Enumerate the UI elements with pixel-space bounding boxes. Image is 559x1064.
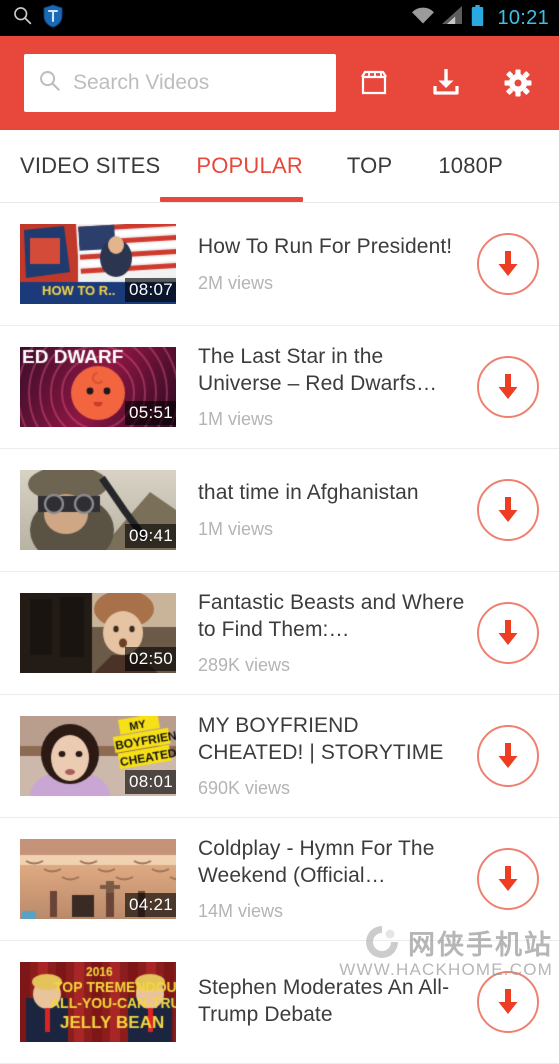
video-meta: How To Run For President! 2M views bbox=[176, 234, 477, 294]
video-thumbnail[interactable]: 05:51 bbox=[20, 347, 176, 427]
video-view-count: 2M views bbox=[198, 272, 274, 293]
signal-icon bbox=[442, 6, 464, 30]
video-thumbnail[interactable]: 08:07 bbox=[20, 224, 176, 304]
download-button[interactable] bbox=[477, 602, 539, 664]
video-meta: that time in Afghanistan 1M views bbox=[176, 480, 477, 540]
status-bar-clock: 10:21 bbox=[497, 6, 549, 29]
tab-top[interactable]: TOP bbox=[303, 130, 392, 202]
video-duration-badge: 05:51 bbox=[124, 401, 176, 425]
download-arrow-icon bbox=[498, 989, 518, 1014]
video-thumbnail[interactable]: 04:21 bbox=[20, 839, 176, 919]
video-meta: Stephen Moderates An All-Trump Debate bbox=[176, 975, 477, 1029]
store-button[interactable] bbox=[359, 68, 389, 98]
video-list-item[interactable]: 09:41 that time in Afghanistan 1M views bbox=[0, 449, 559, 572]
download-arrow-icon bbox=[498, 743, 518, 768]
video-list-item[interactable]: 05:51 The Last Star in the Universe – Red… bbox=[0, 326, 559, 449]
category-tabs: VIDEO SITES POPULAR TOP 1080P bbox=[0, 130, 559, 203]
video-view-count: 1M views bbox=[198, 518, 274, 539]
video-meta: Coldplay - Hymn For The Weekend (Officia… bbox=[176, 836, 477, 923]
search-icon bbox=[12, 5, 33, 31]
download-button[interactable] bbox=[477, 725, 539, 787]
wifi-icon bbox=[411, 6, 435, 30]
download-button[interactable] bbox=[477, 356, 539, 418]
tab-label: POPULAR bbox=[196, 153, 303, 178]
video-meta: Fantastic Beasts and Where to Find Them:… bbox=[176, 590, 477, 677]
tab-popular[interactable]: POPULAR bbox=[160, 130, 303, 202]
video-title: How To Run For President! bbox=[198, 235, 453, 259]
search-input[interactable]: Search Videos bbox=[73, 71, 209, 95]
video-meta: MY BOYFRIEND CHEATED! | STORYTIME 690K vi… bbox=[176, 713, 477, 800]
video-view-count: 289K views bbox=[198, 655, 291, 676]
video-list-item[interactable]: 04:21 Coldplay - Hymn For The Weekend (Of… bbox=[0, 818, 559, 941]
video-title: that time in Afghanistan bbox=[198, 481, 419, 505]
video-duration-badge: 04:21 bbox=[124, 893, 176, 917]
video-view-count: 690K views bbox=[198, 778, 291, 799]
video-duration-badge: 08:01 bbox=[124, 770, 176, 794]
tab-video-sites[interactable]: VIDEO SITES bbox=[0, 130, 160, 202]
video-title: The Last Star in the Universe – Red Dwar… bbox=[198, 344, 438, 395]
video-list-item[interactable]: 08:07 How To Run For President! 2M views bbox=[0, 203, 559, 326]
video-thumbnail[interactable]: 09:41 bbox=[20, 470, 176, 550]
video-view-count: 14M views bbox=[198, 901, 284, 922]
video-title: Fantastic Beasts and Where to Find Them:… bbox=[198, 590, 465, 641]
download-arrow-icon bbox=[498, 374, 518, 399]
download-arrow-icon bbox=[498, 866, 518, 891]
video-meta: The Last Star in the Universe – Red Dwar… bbox=[176, 344, 477, 431]
download-button[interactable] bbox=[477, 479, 539, 541]
tab-label: TOP bbox=[346, 153, 393, 178]
download-button[interactable] bbox=[477, 848, 539, 910]
download-arrow-icon bbox=[498, 251, 518, 276]
video-title: Coldplay - Hymn For The Weekend (Officia… bbox=[198, 836, 435, 887]
download-arrow-icon bbox=[498, 620, 518, 645]
settings-button[interactable] bbox=[503, 68, 533, 98]
status-bar-left bbox=[12, 3, 63, 33]
tab-1080p[interactable]: 1080P bbox=[392, 130, 503, 202]
download-arrow-icon bbox=[498, 497, 518, 522]
video-list-item[interactable]: 02:50 Fantastic Beasts and Where to Find … bbox=[0, 572, 559, 695]
shield-icon bbox=[43, 3, 63, 33]
video-title: Stephen Moderates An All-Trump Debate bbox=[198, 976, 450, 1026]
app-toolbar: Search Videos bbox=[0, 36, 559, 130]
status-bar: 10:21 bbox=[0, 0, 559, 36]
downloads-button[interactable] bbox=[431, 68, 461, 98]
video-duration-badge: 09:41 bbox=[124, 524, 176, 548]
download-button[interactable] bbox=[477, 233, 539, 295]
search-icon bbox=[38, 69, 61, 97]
video-thumbnail[interactable]: 08:01 bbox=[20, 716, 176, 796]
video-list[interactable]: 08:07 How To Run For President! 2M views 05… bbox=[0, 203, 559, 1064]
video-view-count: 1M views bbox=[198, 409, 274, 430]
tab-label: 1080P bbox=[438, 153, 503, 178]
video-list-item[interactable]: Stephen Moderates An All-Trump Debate bbox=[0, 941, 559, 1064]
toolbar-actions bbox=[359, 68, 541, 98]
video-duration-badge: 02:50 bbox=[124, 647, 176, 671]
video-thumbnail[interactable]: 02:50 bbox=[20, 593, 176, 673]
tab-label: VIDEO SITES bbox=[20, 153, 161, 178]
video-title: MY BOYFRIEND CHEATED! | STORYTIME bbox=[198, 713, 444, 764]
search-box[interactable]: Search Videos bbox=[24, 54, 336, 112]
video-thumbnail[interactable] bbox=[20, 962, 176, 1042]
download-button[interactable] bbox=[477, 971, 539, 1033]
status-bar-right: 10:21 bbox=[411, 4, 549, 32]
video-list-item[interactable]: 08:01 MY BOYFRIEND CHEATED! | STORYTIME 69… bbox=[0, 695, 559, 818]
video-duration-badge: 08:07 bbox=[124, 278, 176, 302]
battery-icon bbox=[471, 4, 484, 32]
